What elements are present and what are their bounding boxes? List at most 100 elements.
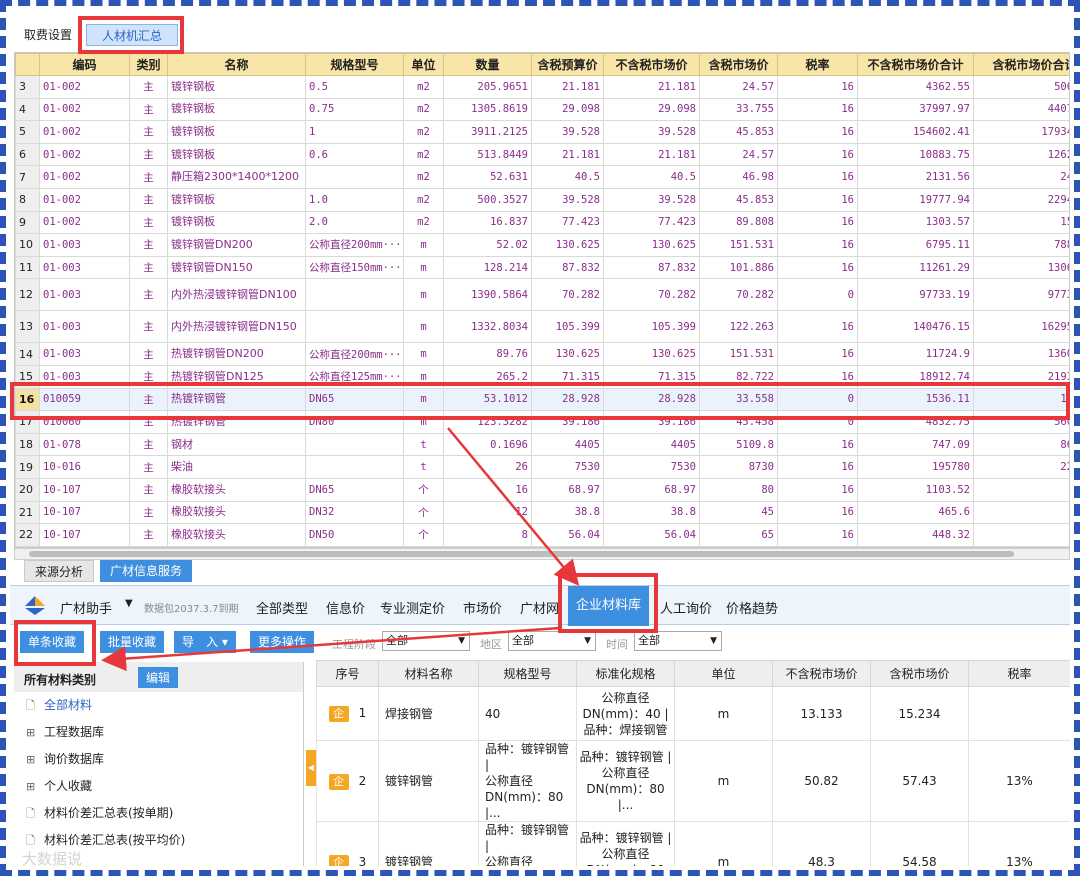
results-col-unit[interactable]: 单位 bbox=[674, 660, 773, 687]
grid-row[interactable]: 18 01-078 主钢材 t 0.1696 4405 4405 5109.8 16 747.09… bbox=[15, 432, 1069, 457]
cell-spec[interactable]: 公称直径150mm··· bbox=[305, 255, 404, 280]
cell-market-price-tax[interactable]: 82.722 bbox=[699, 364, 778, 389]
cell-market-price[interactable]: 130.625 bbox=[603, 233, 700, 257]
cell-market-price[interactable]: 29.098 bbox=[603, 97, 700, 122]
cell-market-total-tax[interactable]: 22698 bbox=[973, 455, 1069, 479]
time-select[interactable]: 全部 ▼ bbox=[634, 631, 722, 651]
cell-quantity[interactable]: 265.2 bbox=[443, 364, 532, 389]
row-number[interactable]: 12 bbox=[15, 278, 40, 312]
cell-unit[interactable]: m2 bbox=[403, 210, 444, 235]
cell-quantity[interactable]: 1390.5864 bbox=[443, 278, 532, 312]
cell-code[interactable]: 01-002 bbox=[39, 120, 130, 144]
cell-name[interactable]: 钢材 bbox=[167, 432, 306, 457]
row-number[interactable]: 11 bbox=[15, 255, 40, 280]
cell-market-price-tax[interactable]: 8730 bbox=[699, 455, 778, 479]
cell-name[interactable]: 镀锌钢板 bbox=[167, 210, 306, 235]
grid-horizontal-scrollbar[interactable] bbox=[14, 548, 1070, 560]
cell-unit[interactable]: m2 bbox=[403, 142, 444, 167]
cell-unit[interactable]: t bbox=[403, 455, 444, 479]
cell-category[interactable]: 主 bbox=[129, 278, 168, 312]
cell-budget-price[interactable]: 56.04 bbox=[531, 523, 604, 547]
cell-code[interactable]: 010060 bbox=[39, 410, 130, 434]
cell-budget-price[interactable]: 39.186 bbox=[531, 410, 604, 434]
cell-market-total[interactable]: 11261.29 bbox=[857, 255, 974, 280]
grid-row[interactable]: 15 01-003 主热镀锌钢管DN125 公称直径125mm··· m 265.2 71.… bbox=[15, 364, 1069, 389]
cell-market-price[interactable]: 38.8 bbox=[603, 500, 700, 525]
cell-category[interactable]: 主 bbox=[129, 432, 168, 457]
cell-unit[interactable]: m bbox=[403, 310, 444, 344]
cell-market-price[interactable]: 21.181 bbox=[603, 75, 700, 99]
col-header-market-price[interactable]: 不含税市场价 bbox=[603, 53, 700, 76]
cell-spec[interactable]: DN80 bbox=[305, 410, 404, 434]
cell-budget-price[interactable]: 21.181 bbox=[531, 142, 604, 167]
cell-budget-price[interactable]: 21.181 bbox=[531, 75, 604, 99]
tab-material-summary[interactable]: 人材机汇总 bbox=[86, 24, 178, 46]
cell-market-price-tax[interactable]: 151.531 bbox=[699, 233, 778, 257]
cell-market-total-tax[interactable]: 866.6 bbox=[973, 432, 1069, 457]
cell-unit[interactable]: 个 bbox=[403, 523, 444, 547]
expand-icon[interactable]: ⊞ bbox=[26, 773, 35, 800]
cell-quantity[interactable]: 52.631 bbox=[443, 165, 532, 189]
cell-quantity[interactable]: 1332.8034 bbox=[443, 310, 532, 344]
results-col-name[interactable]: 材料名称 bbox=[378, 660, 479, 687]
cell-market-total-tax[interactable]: 44079.3 bbox=[973, 97, 1069, 122]
cell-spec[interactable]: 0.5 bbox=[305, 75, 404, 99]
cell-market-total-tax[interactable]: 13063.2 bbox=[973, 255, 1069, 280]
cell-budget-price[interactable]: 4405 bbox=[531, 432, 604, 457]
results-col-no[interactable]: 序号 bbox=[316, 660, 379, 687]
cell-spec[interactable]: DN50 bbox=[305, 523, 404, 547]
cell-category[interactable]: 主 bbox=[129, 500, 168, 525]
cell-market-total[interactable]: 154602.41 bbox=[857, 120, 974, 144]
cell-market-price-tax[interactable]: 89.808 bbox=[699, 210, 778, 235]
col-header-code[interactable]: 编码 bbox=[39, 53, 130, 76]
row-number[interactable]: 20 bbox=[15, 477, 40, 502]
cell-name[interactable]: 静压箱2300*1400*1200 bbox=[167, 165, 306, 189]
cell-unit[interactable]: m bbox=[403, 364, 444, 389]
cell-code[interactable]: 10-016 bbox=[39, 455, 130, 479]
cell-quantity[interactable]: 26 bbox=[443, 455, 532, 479]
cell-quantity[interactable]: 3911.2125 bbox=[443, 120, 532, 144]
cell-tax-rate[interactable]: 16 bbox=[777, 342, 858, 366]
cell-name[interactable]: 橡胶软接头 bbox=[167, 477, 306, 502]
cell-name[interactable]: 镀锌钢板 bbox=[167, 75, 306, 99]
cell-market-total[interactable]: 37997.97 bbox=[857, 97, 974, 122]
cell-tax-rate[interactable]: 16 bbox=[777, 500, 858, 525]
cell-market-price-tax[interactable]: 5109.8 bbox=[699, 432, 778, 457]
cell-market-total-tax[interactable]: 97733.1 bbox=[973, 278, 1069, 312]
more-actions-button[interactable]: 更多操作 bbox=[250, 631, 315, 653]
cell-tax-rate[interactable]: 16 bbox=[777, 477, 858, 502]
row-number[interactable]: 9 bbox=[15, 210, 40, 235]
cell-name[interactable]: 柴油 bbox=[167, 455, 306, 479]
cell-tax-rate[interactable]: 16 bbox=[777, 364, 858, 389]
cell-unit[interactable]: m bbox=[403, 278, 444, 312]
cell-spec[interactable]: 0.6 bbox=[305, 142, 404, 167]
results-col-market-price[interactable]: 不含税市场价 bbox=[772, 660, 871, 687]
cell-market-total[interactable]: 4362.55 bbox=[857, 75, 974, 99]
cell-tax-rate[interactable]: 16 bbox=[777, 75, 858, 99]
tree-item[interactable]: ⊞ 询价数据库 bbox=[14, 746, 303, 773]
cell-market-price[interactable]: 39.528 bbox=[603, 120, 700, 144]
cell-quantity[interactable]: 8 bbox=[443, 523, 532, 547]
cell-market-price[interactable]: 39.528 bbox=[603, 187, 700, 212]
cell-spec[interactable]: 2.0 bbox=[305, 210, 404, 235]
cell-market-price[interactable]: 70.282 bbox=[603, 278, 700, 312]
cell-spec[interactable]: DN32 bbox=[305, 500, 404, 525]
row-number[interactable]: 10 bbox=[15, 233, 40, 257]
nav-guangcai-web[interactable]: 广材网 bbox=[520, 598, 559, 617]
cell-category[interactable]: 主 bbox=[129, 342, 168, 366]
edit-categories-button[interactable]: 编辑 bbox=[138, 667, 179, 688]
cell-market-total-tax[interactable]: 128 bbox=[973, 477, 1069, 502]
cell-market-price[interactable]: 87.832 bbox=[603, 255, 700, 280]
cell-market-total-tax[interactable]: 162952.5 bbox=[973, 310, 1069, 344]
cell-tax-rate[interactable]: 16 bbox=[777, 255, 858, 280]
cell-spec[interactable] bbox=[305, 310, 404, 344]
cell-category[interactable]: 主 bbox=[129, 364, 168, 389]
cell-name[interactable]: 内外热浸镀锌钢管DN150 bbox=[167, 310, 306, 344]
cell-unit[interactable]: m2 bbox=[403, 75, 444, 99]
col-header-market-total[interactable]: 不含税市场价合计 bbox=[857, 53, 974, 76]
cell-spec[interactable]: DN65 bbox=[305, 477, 404, 502]
row-number[interactable]: 19 bbox=[15, 455, 40, 479]
cell-name[interactable]: 镀锌钢板 bbox=[167, 97, 306, 122]
cell-code[interactable]: 01-003 bbox=[39, 278, 130, 312]
nav-price-trend[interactable]: 价格趋势 bbox=[726, 598, 778, 617]
